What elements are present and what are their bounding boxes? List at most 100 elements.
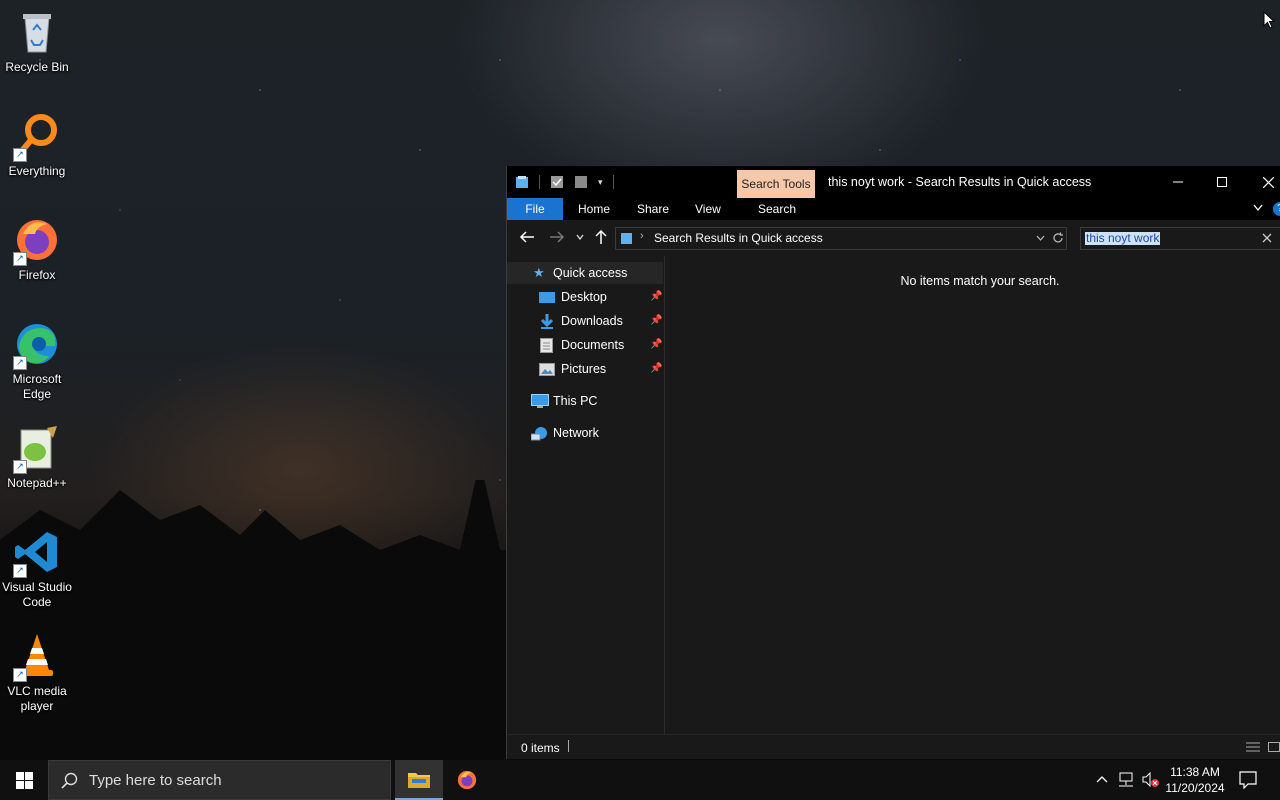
help-icon[interactable]: ? (1273, 202, 1280, 216)
title-bar[interactable]: ▾ Search Tools this noyt work - Search R… (507, 166, 1280, 198)
tab-view[interactable]: View (695, 198, 721, 220)
shortcut-arrow-icon: ↗ (13, 564, 27, 578)
nav-item-label: Quick access (553, 266, 628, 280)
computer-icon (531, 394, 549, 408)
desktop-icon-notepad-plus-plus[interactable]: ↗ Notepad++ (0, 424, 74, 491)
volume-muted-icon[interactable] (1142, 772, 1160, 788)
taskbar-search-box[interactable]: Type here to search (48, 760, 391, 800)
tab-file[interactable]: File (507, 198, 563, 220)
details-view-icon[interactable] (1245, 741, 1261, 753)
taskbar-file-explorer-button[interactable] (395, 760, 443, 800)
status-bar: 0 items (507, 734, 1280, 759)
desktop-icon-label: Notepad++ (7, 476, 67, 490)
file-explorer-icon (408, 773, 430, 788)
expand-ribbon-icon[interactable] (1253, 204, 1263, 212)
desktop-folder-icon (539, 292, 555, 303)
nav-item-downloads[interactable]: Downloads 📌 (507, 310, 663, 332)
start-button[interactable] (0, 760, 48, 800)
pin-icon: 📌 (650, 315, 663, 326)
clock-time: 11:38 AM (1170, 765, 1220, 779)
show-hidden-icons-chevron-icon[interactable] (1096, 775, 1108, 783)
navigation-bar: › Search Results in Quick access this no… (507, 220, 1280, 256)
new-folder-icon[interactable] (574, 175, 588, 189)
vscode-icon: ↗ (13, 528, 61, 578)
shortcut-arrow-icon: ↗ (13, 252, 27, 266)
customize-qat-dropdown-icon[interactable]: ▾ (598, 177, 603, 188)
desktop-icon-vscode[interactable]: ↗ Visual Studio Code (0, 528, 74, 610)
nav-item-label: Documents (561, 338, 625, 352)
pin-icon: 📌 (650, 291, 663, 302)
file-list-area[interactable]: No items match your search. (665, 256, 1280, 734)
search-icon (61, 772, 78, 789)
vlc-icon: ↗ (13, 632, 61, 682)
file-explorer-window[interactable]: ▾ Search Tools this noyt work - Search R… (506, 166, 1280, 759)
system-clock[interactable]: 11:38 AM 11/20/2024 (1162, 764, 1228, 796)
firefox-icon (457, 770, 477, 790)
recent-locations-chevron-icon[interactable] (576, 234, 584, 240)
everything-search-icon: ↗ (13, 112, 61, 162)
close-icon (1262, 176, 1274, 188)
desktop-icon-label: Visual Studio Code (2, 580, 72, 609)
network-status-icon[interactable] (1118, 772, 1136, 788)
window-title: this noyt work - Search Results in Quick… (828, 175, 1092, 189)
address-bar[interactable]: › Search Results in Quick access (615, 227, 1067, 250)
nav-item-label: Desktop (561, 290, 607, 304)
close-button[interactable] (1245, 166, 1280, 198)
shortcut-arrow-icon: ↗ (13, 668, 27, 682)
large-icons-view-icon[interactable] (1268, 741, 1280, 753)
refresh-icon[interactable] (1052, 232, 1064, 244)
forward-arrow-icon[interactable] (549, 230, 565, 244)
nav-item-documents[interactable]: Documents 📌 (507, 334, 663, 356)
desktop-icon-vlc[interactable]: ↗ VLC media player (0, 632, 74, 714)
quick-access-toolbar: ▾ (515, 174, 614, 190)
notepad-plus-plus-icon: ↗ (13, 424, 61, 474)
up-arrow-icon[interactable] (594, 229, 608, 245)
nav-item-pictures[interactable]: Pictures 📌 (507, 358, 663, 380)
tab-share[interactable]: Share (637, 198, 669, 220)
nav-item-quick-access[interactable]: ★ Quick access (507, 262, 663, 284)
recycle-bin-icon (13, 8, 61, 56)
desktop-icon-recycle-bin[interactable]: Recycle Bin (0, 8, 74, 75)
nav-item-label: This PC (553, 394, 598, 408)
address-text: Search Results in Quick access (654, 231, 823, 245)
properties-icon[interactable] (550, 175, 564, 189)
maximize-button[interactable] (1199, 166, 1245, 198)
item-count: 0 items (521, 741, 560, 755)
back-arrow-icon[interactable] (519, 230, 535, 244)
tab-home[interactable]: Home (578, 198, 610, 220)
nav-item-network[interactable]: Network (507, 422, 663, 444)
address-dropdown-icon[interactable] (1036, 235, 1045, 241)
nav-item-desktop[interactable]: Desktop 📌 (507, 286, 663, 308)
nav-item-label: Network (553, 426, 599, 440)
desktop-icon-label: Recycle Bin (5, 60, 69, 74)
minimize-button[interactable] (1155, 166, 1201, 198)
desktop-icon-label: VLC media player (7, 684, 67, 713)
nav-item-this-pc[interactable]: This PC (507, 390, 663, 412)
tab-search[interactable]: Search (758, 198, 796, 220)
firefox-icon: ↗ (13, 216, 61, 266)
shortcut-arrow-icon: ↗ (13, 356, 27, 370)
nav-item-label: Pictures (561, 362, 607, 376)
breadcrumb-chevron-icon[interactable]: › (640, 230, 644, 242)
taskbar-firefox-button[interactable] (443, 760, 491, 800)
downloads-arrow-icon (540, 314, 554, 329)
star-icon: ★ (533, 265, 545, 280)
edge-icon: ↗ (13, 320, 61, 370)
minimize-icon (1173, 181, 1183, 183)
clear-search-icon[interactable] (1262, 233, 1272, 243)
desktop-icon-everything[interactable]: ↗ Everything (0, 112, 74, 179)
navigation-pane: ★ Quick access Desktop 📌 Downloads 📌 Doc… (507, 256, 665, 734)
network-icon (531, 427, 547, 441)
action-center-icon[interactable] (1239, 771, 1257, 789)
desktop-icon-label: Everything (8, 164, 66, 178)
search-location-icon (621, 233, 632, 244)
maximize-icon (1217, 177, 1227, 187)
desktop-icon-edge[interactable]: ↗ Microsoft Edge (0, 320, 74, 402)
search-box[interactable]: this noyt work (1080, 227, 1280, 250)
search-tools-contextual-tab: Search Tools (737, 170, 815, 198)
explorer-app-icon (516, 176, 528, 188)
documents-icon (540, 338, 553, 353)
search-input[interactable]: this noyt work (1085, 232, 1161, 245)
mouse-cursor-icon (1263, 11, 1275, 29)
desktop-icon-firefox[interactable]: ↗ Firefox (0, 216, 74, 283)
